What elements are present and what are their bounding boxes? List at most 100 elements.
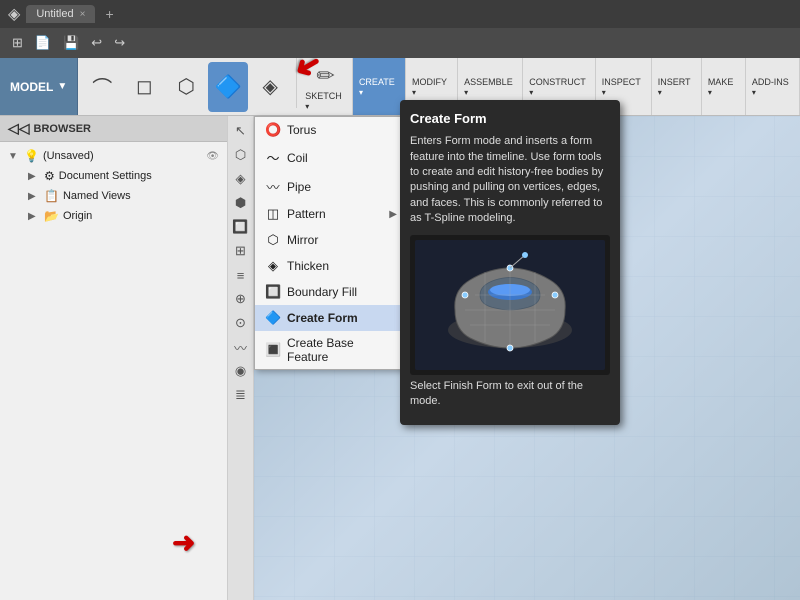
create-label: CREATE ▾ [359, 77, 399, 97]
vert-btn-wave[interactable]: 〰 [230, 336, 252, 358]
origin-icon: 📂 [44, 209, 59, 223]
pattern-label: Pattern [287, 207, 326, 221]
expand-arrow-views: ▶ [28, 191, 40, 202]
pipe-label: Pipe [287, 180, 311, 194]
pattern-submenu-arrow: ▶ [389, 209, 397, 220]
tooltip-preview [410, 235, 610, 375]
redo-button[interactable]: ↪ [110, 33, 129, 53]
expand-arrow-doc: ▶ [28, 171, 40, 182]
create-form-icon: 🔷 [215, 74, 242, 100]
create-base-label: Create Base Feature [287, 336, 397, 364]
sketch-line-btn[interactable]: ⌒ [82, 62, 122, 112]
vert-btn-list[interactable]: ≣ [230, 384, 252, 406]
model-preview-svg [415, 240, 605, 370]
torus-label: Torus [287, 123, 316, 137]
dropdown-thicken[interactable]: ◈ Thicken [255, 253, 407, 279]
title-bar: ◈ Untitled × + [0, 0, 800, 28]
tree-item-unsaved[interactable]: ▼ 💡 (Unsaved) 👁 [0, 146, 227, 166]
create-section[interactable]: CREATE ▾ [353, 58, 406, 115]
vert-btn-select[interactable]: ↖ [230, 120, 252, 142]
undo-button[interactable]: ↩ [87, 33, 106, 53]
toolbar-tools-group: ⌒ ◻ ⬡ 🔷 ◈ [78, 58, 294, 115]
make-section[interactable]: MAKE ▾ [702, 58, 746, 115]
sketch-arc-btn[interactable]: ◻ [124, 62, 164, 112]
vert-btn-shape2[interactable]: ◈ [230, 168, 252, 190]
sketch-section[interactable]: ✏ SKETCH ▾ [299, 58, 353, 115]
unsaved-label: (Unsaved) [43, 150, 202, 162]
insert-label: INSERT ▾ [658, 77, 695, 97]
vert-btn-grid[interactable]: ⊞ [230, 240, 252, 262]
tab-label: Untitled [36, 8, 73, 20]
thicken-label: Thicken [287, 259, 329, 273]
create-form-dropdown-label: Create Form [287, 311, 358, 325]
tree-item-origin[interactable]: ▶ 📂 Origin [0, 206, 227, 226]
dropdown-pipe[interactable]: 〰 Pipe [255, 172, 407, 201]
solid-icon: ◈ [263, 74, 278, 99]
expand-arrow-origin: ▶ [28, 211, 40, 222]
coil-icon: 〜 [265, 148, 281, 167]
boundary-fill-icon: 🔲 [265, 284, 281, 300]
tooltip-description: Enters Form mode and inserts a form feat… [410, 134, 610, 226]
thicken-icon: ◈ [265, 258, 281, 274]
vert-btn-dot[interactable]: ◉ [230, 360, 252, 382]
tree-item-named-views[interactable]: ▶ 📋 Named Views [0, 186, 227, 206]
vert-btn-shape1[interactable]: ⬡ [230, 144, 252, 166]
pattern-icon: ◫ [265, 206, 281, 222]
model-label: MODEL [10, 80, 53, 94]
dropdown-boundary-fill[interactable]: 🔲 Boundary Fill [255, 279, 407, 305]
insert-section[interactable]: INSERT ▾ [652, 58, 702, 115]
sketch-circle-btn[interactable]: ⬡ [166, 62, 206, 112]
vert-btn-rect[interactable]: 🔲 [230, 216, 252, 238]
dropdown-create-base[interactable]: 🔳 Create Base Feature [255, 331, 407, 369]
add-ins-label: ADD-INS ▾ [752, 77, 793, 97]
dropdown-create-form[interactable]: 🔷 Create Form [255, 305, 407, 331]
coil-label: Coil [287, 151, 308, 165]
unsaved-eye[interactable]: 👁 [206, 151, 219, 162]
tooltip-finish-note: Select Finish Form to exit out of the mo… [410, 379, 610, 410]
model-selector[interactable]: MODEL ▼ [0, 58, 78, 115]
browser-header: ◁◁ BROWSER [0, 116, 227, 142]
expand-arrow-unsaved: ▼ [8, 151, 20, 162]
toolbar-divider-1 [296, 58, 297, 108]
app-icon: ◈ [8, 4, 20, 24]
boundary-fill-label: Boundary Fill [287, 285, 357, 299]
vert-btn-add[interactable]: ⊕ [230, 288, 252, 310]
assemble-label: ASSEMBLE ▾ [464, 77, 516, 97]
solid-btn[interactable]: ◈ [250, 62, 290, 112]
tooltip-popup: Create Form Enters Form mode and inserts… [400, 100, 620, 425]
create-form-toolbar-btn[interactable]: 🔷 [208, 62, 248, 112]
tree-item-doc-settings[interactable]: ▶ ⚙ Document Settings [0, 166, 227, 186]
tooltip-title: Create Form [410, 110, 610, 128]
mirror-label: Mirror [287, 233, 318, 247]
quick-access-toolbar: ⊞ 📄 💾 ↩ ↪ [0, 28, 800, 58]
sketch-circle-icon: ⬡ [178, 74, 195, 99]
new-tab-button[interactable]: + [101, 6, 117, 22]
doc-settings-icon: ⚙ [44, 169, 55, 183]
doc-settings-label: Document Settings [59, 170, 219, 182]
named-views-label: Named Views [63, 190, 219, 202]
browser-tree: ▼ 💡 (Unsaved) 👁 ▶ ⚙ Document Settings ▶ … [0, 142, 227, 230]
vert-btn-circle[interactable]: ⊙ [230, 312, 252, 334]
sketch-line-icon: ⌒ [92, 72, 112, 101]
dropdown-mirror[interactable]: ⬡ Mirror [255, 227, 407, 253]
file-button[interactable]: 📄 [31, 33, 55, 53]
add-ins-section[interactable]: ADD-INS ▾ [746, 58, 800, 115]
document-tab[interactable]: Untitled × [26, 5, 95, 23]
vert-btn-shape3[interactable]: ⬢ [230, 192, 252, 214]
modify-label: MODIFY ▾ [412, 77, 451, 97]
vert-btn-lines[interactable]: ≡ [230, 264, 252, 286]
save-button[interactable]: 💾 [59, 33, 83, 53]
browser-title: BROWSER [34, 123, 91, 135]
sketch-icon: ✏ [316, 63, 334, 89]
dropdown-pattern[interactable]: ◫ Pattern ▶ [255, 201, 407, 227]
dropdown-torus[interactable]: ⭕ Torus [255, 117, 407, 143]
inspect-label: INSPECT ▾ [602, 77, 645, 97]
close-tab-button[interactable]: × [80, 9, 86, 20]
origin-label: Origin [63, 210, 219, 222]
browser-sidebar: ◁◁ BROWSER ▼ 💡 (Unsaved) 👁 ▶ ⚙ Document … [0, 116, 228, 600]
browser-collapse-icon[interactable]: ◁◁ [8, 120, 30, 137]
construct-label: CONSTRUCT ▾ [529, 77, 589, 97]
grid-menu-button[interactable]: ⊞ [8, 33, 27, 53]
dropdown-coil[interactable]: 〜 Coil [255, 143, 407, 172]
make-label: MAKE ▾ [708, 77, 739, 97]
